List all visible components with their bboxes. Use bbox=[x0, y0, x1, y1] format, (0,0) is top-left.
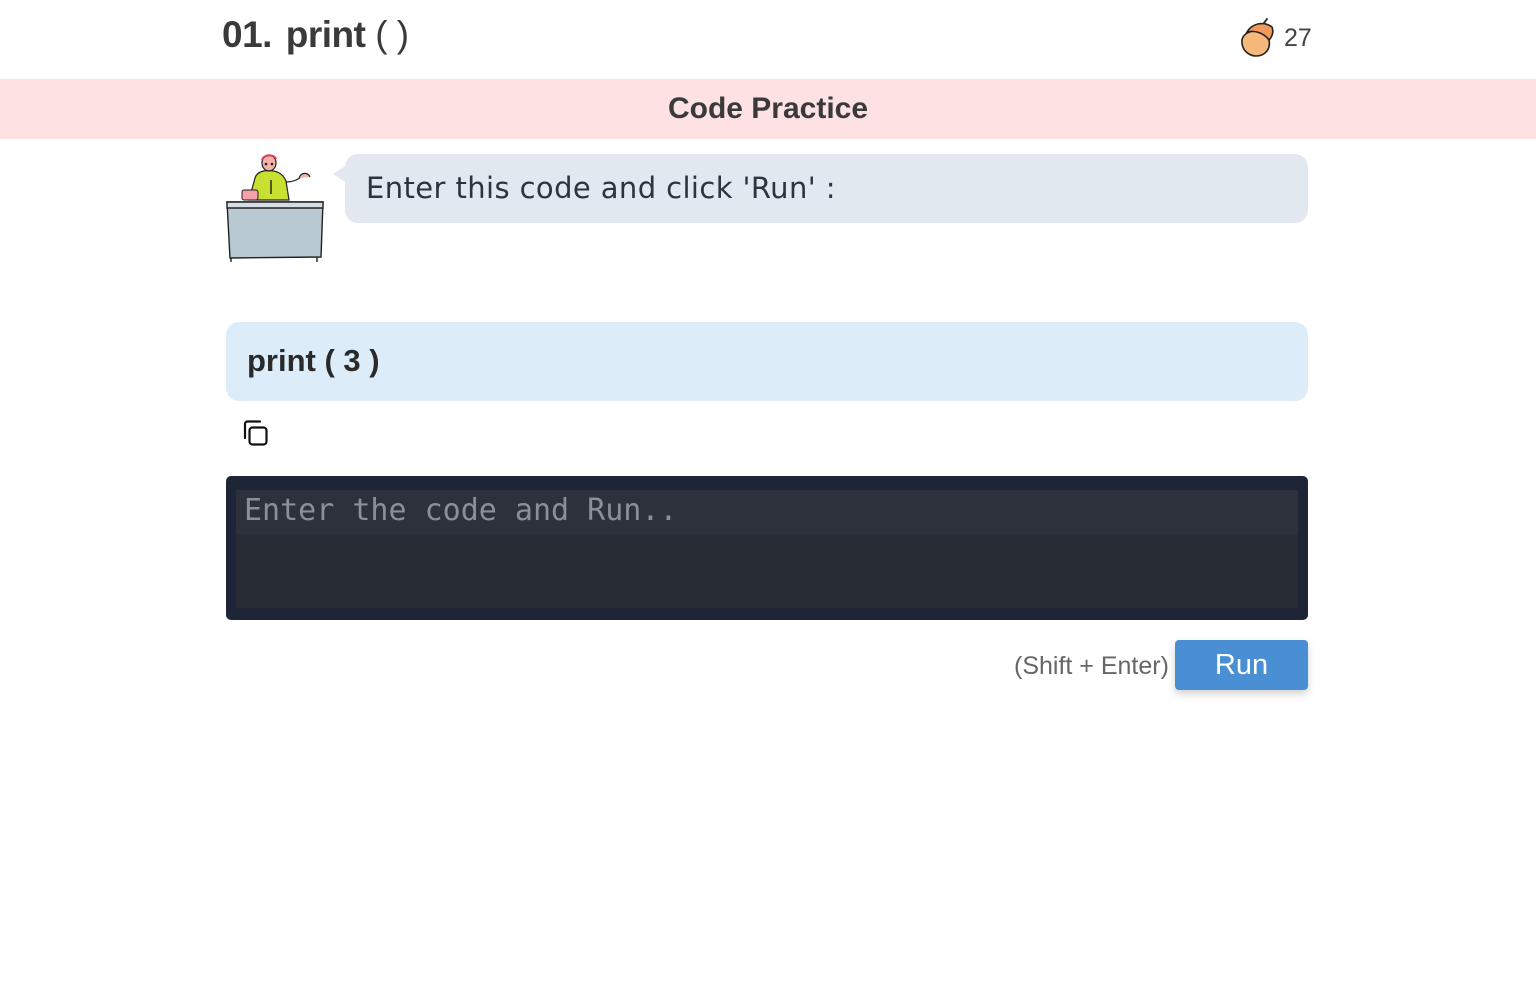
code-input[interactable] bbox=[236, 490, 1298, 608]
acorn-count: 27 bbox=[1284, 24, 1312, 52]
top-header: 01. print ( ) 27 bbox=[0, 0, 1536, 79]
instruction-text: Enter this code and click 'Run' : bbox=[366, 171, 836, 205]
example-code-text: print ( 3 ) bbox=[247, 343, 380, 378]
lesson-name: print bbox=[285, 14, 366, 55]
banner-title: Code Practice bbox=[667, 92, 869, 125]
lesson-parens: ( ) bbox=[375, 14, 409, 55]
acorn-icon bbox=[1241, 18, 1274, 57]
example-code-block: print ( 3 ) bbox=[226, 322, 1308, 401]
lesson-title: 01. print ( ) bbox=[222, 14, 409, 56]
run-button[interactable]: Run bbox=[1175, 640, 1308, 690]
teacher-mascot-illustration bbox=[226, 154, 324, 262]
shortcut-hint: (Shift + Enter) bbox=[1014, 652, 1169, 680]
code-practice-banner: Code Practice bbox=[0, 79, 1536, 139]
lesson-number: 01. bbox=[222, 14, 272, 55]
editor-area bbox=[236, 490, 1298, 608]
instruction-bubble: Enter this code and click 'Run' : bbox=[333, 154, 1308, 223]
code-editor bbox=[226, 476, 1308, 620]
copy-icon[interactable] bbox=[240, 417, 272, 449]
